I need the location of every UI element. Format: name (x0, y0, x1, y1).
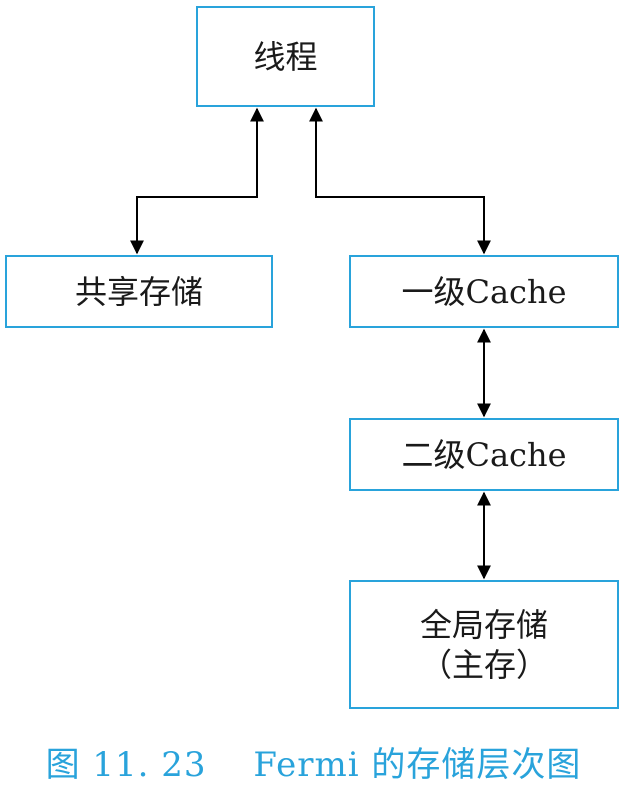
node-l2-cache-label: 二级Cache (401, 435, 567, 474)
node-l1-cache-label: 一级Cache (401, 272, 567, 311)
node-global-memory-sublabel: （主存） (419, 645, 548, 684)
node-thread-label: 线程 (253, 37, 318, 76)
node-shared-memory-label: 共享存储 (74, 272, 203, 311)
node-thread: 线程 (196, 6, 375, 107)
figure-caption: 图 11. 23 Fermi 的存储层次图 (45, 745, 582, 785)
node-global-memory: 全局存储 （主存） (349, 580, 619, 709)
node-l1-cache: 一级Cache (349, 255, 619, 328)
arrow-thread-shared (130, 107, 264, 255)
node-global-memory-label: 全局存储 (419, 605, 548, 644)
node-l2-cache: 二级Cache (349, 418, 619, 491)
node-shared-memory: 共享存储 (5, 255, 273, 328)
arrow-thread-l1 (309, 107, 491, 255)
